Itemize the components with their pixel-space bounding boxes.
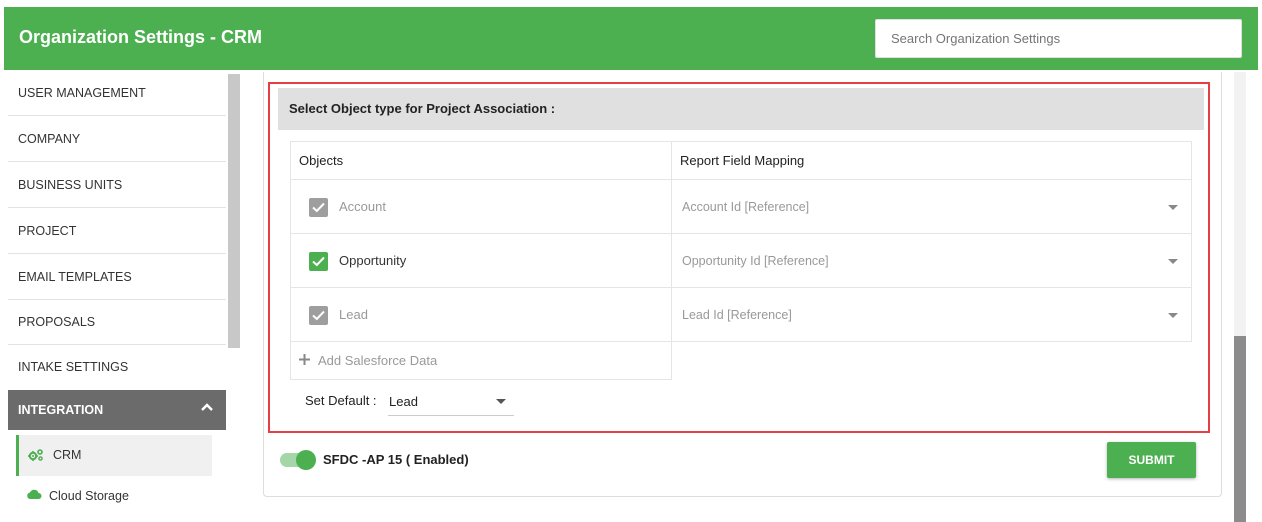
column-header-objects: Objects <box>290 141 672 180</box>
sidebar-scrollbar[interactable] <box>228 74 240 348</box>
opportunity-checkbox[interactable] <box>309 252 328 271</box>
object-label: Lead <box>339 307 368 322</box>
chevron-up-icon[interactable] <box>200 401 214 415</box>
toggle-label: SFDC -AP 15 ( Enabled) <box>323 452 469 467</box>
sidebar-subitem-crm[interactable]: CRM <box>16 435 212 476</box>
sidebar-item-label: INTAKE SETTINGS <box>18 360 129 374</box>
add-link-label: Add Salesforce Data <box>318 353 438 368</box>
sidebar-item-business-units[interactable]: BUSINESS UNITS <box>8 162 226 208</box>
default-select[interactable]: Lead <box>388 388 514 416</box>
sidebar-item-label: INTEGRATION <box>18 403 104 417</box>
caret-down-icon <box>1168 259 1178 264</box>
mapping-select[interactable]: Opportunity Id [Reference] <box>671 233 1192 288</box>
sidebar-item-proposals[interactable]: PROPOSALS <box>8 300 226 345</box>
sidebar-subitem-label: CRM <box>53 448 82 462</box>
page-scrollbar-thumb[interactable] <box>1234 336 1246 522</box>
sidebar-item-user-management[interactable]: USER MANAGEMENT <box>8 70 226 116</box>
search-input[interactable] <box>875 19 1242 58</box>
sidebar-item-integration[interactable]: INTEGRATION <box>8 390 226 430</box>
section-heading: Select Object type for Project Associati… <box>278 88 1204 130</box>
column-header-mapping: Report Field Mapping <box>671 141 1192 180</box>
sidebar-item-label: BUSINESS UNITS <box>18 178 123 192</box>
caret-down-icon <box>1168 313 1178 318</box>
plus-icon <box>299 352 310 370</box>
add-salesforce-data-link[interactable]: Add Salesforce Data <box>290 341 672 380</box>
default-select-value: Lead <box>389 394 418 409</box>
submit-button[interactable]: SUBMIT <box>1107 442 1196 478</box>
sidebar-subitem-label: Cloud Storage <box>49 489 129 503</box>
toggle-thumb <box>296 450 316 470</box>
sidebar-subitem-cloud-storage[interactable]: Cloud Storage <box>16 478 212 514</box>
sidebar-item-label: COMPANY <box>18 132 81 146</box>
table-row: Account <box>290 179 672 234</box>
object-label: Opportunity <box>339 253 407 268</box>
lead-checkbox[interactable] <box>309 306 328 325</box>
set-default-label: Set Default : <box>305 393 377 408</box>
gears-icon <box>28 448 44 465</box>
sidebar-item-email-templates[interactable]: EMAIL TEMPLATES <box>8 254 226 300</box>
sidebar-item-intake-settings[interactable]: INTAKE SETTINGS <box>8 345 226 390</box>
mapping-value: Lead Id [Reference] <box>682 308 792 322</box>
caret-down-icon <box>1168 205 1178 210</box>
page-title: Organization Settings - CRM <box>19 27 262 47</box>
sidebar-item-label: PROJECT <box>18 224 77 238</box>
sidebar-item-label: USER MANAGEMENT <box>18 86 146 100</box>
sidebar-item-label: EMAIL TEMPLATES <box>18 270 132 284</box>
caret-down-icon <box>496 399 506 404</box>
header-bar: Organization Settings - CRM <box>4 7 1258 70</box>
sidebar-item-company[interactable]: COMPANY <box>8 116 226 162</box>
sidebar-item-label: PROPOSALS <box>18 315 96 329</box>
mapping-value: Account Id [Reference] <box>682 200 810 214</box>
mapping-select[interactable]: Lead Id [Reference] <box>671 287 1192 342</box>
table-row: Lead <box>290 287 672 342</box>
mapping-select[interactable]: Account Id [Reference] <box>671 179 1192 234</box>
object-label: Account <box>339 199 386 214</box>
sfdc-toggle[interactable] <box>280 450 316 470</box>
table-row: Opportunity <box>290 233 672 288</box>
sidebar: USER MANAGEMENT COMPANY BUSINESS UNITS P… <box>4 70 242 522</box>
account-checkbox[interactable] <box>309 198 328 217</box>
mapping-value: Opportunity Id [Reference] <box>682 254 829 268</box>
cloud-icon <box>26 488 42 503</box>
sidebar-item-project[interactable]: PROJECT <box>8 208 226 254</box>
